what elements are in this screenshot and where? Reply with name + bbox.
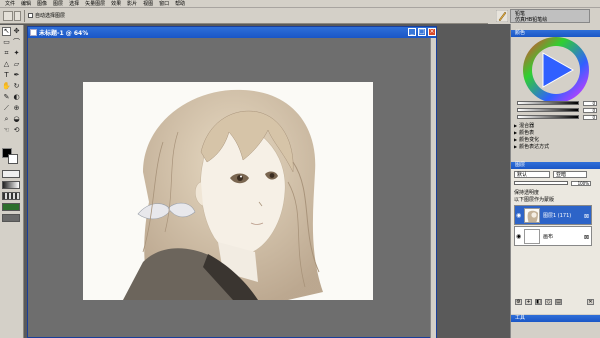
color-sets-panel-toggle[interactable]: ▶ 颜色表 xyxy=(514,129,534,136)
maximize-button[interactable]: □ xyxy=(418,28,426,36)
saturation-slider[interactable] xyxy=(517,108,579,112)
rotate-icon[interactable]: ↻ xyxy=(12,82,21,91)
dodge-tool-icon[interactable]: ◐ xyxy=(12,93,21,102)
pen-tool-icon[interactable]: ✒ xyxy=(12,71,21,80)
brush-selector-area: 铅笔 仿真HB铅笔绘 xyxy=(488,8,600,24)
eye-icon[interactable]: ◉ xyxy=(516,234,522,240)
menu-item-4[interactable]: 选择 xyxy=(66,0,82,8)
opacity-slider[interactable] xyxy=(514,181,568,185)
layer-row-canvas[interactable]: ◉ 画布 ⊠ xyxy=(514,226,592,246)
auto-select-layer-checkbox[interactable] xyxy=(28,13,33,18)
canvas-thumbnail xyxy=(524,229,540,244)
dropper-icon[interactable]: ⟋ xyxy=(2,104,11,113)
menu-item-0[interactable]: 文件 xyxy=(2,0,18,8)
document-icon xyxy=(30,29,37,36)
layer-adjust-icon[interactable]: ⚙ xyxy=(515,299,522,305)
shape-tool-icon[interactable]: △ xyxy=(2,60,11,69)
layer-name: 图层1 (171) xyxy=(543,213,572,219)
layer-name: 画布 xyxy=(543,234,554,240)
drawing-canvas[interactable] xyxy=(83,82,373,300)
color-expression-toggle[interactable]: ▶ 颜色表达方式 xyxy=(514,143,549,150)
color-wheel[interactable] xyxy=(521,35,591,105)
selector-tool-icon[interactable]: ↖ xyxy=(2,27,11,36)
value-value[interactable]: 0 xyxy=(583,115,597,120)
look-selector[interactable] xyxy=(2,214,20,222)
toolbox: ↖ ✥ ▭ ⌒ ⌗ ✦ △ ▱ T ✒ ✋ ↻ ✎ ◐ ⟋ ⊕ ⌕ ◒ ☜ ⟲ xyxy=(0,25,24,338)
menu-item-5[interactable]: 矢量图层 xyxy=(82,0,108,8)
composite-method-select[interactable]: 默认 xyxy=(514,171,550,178)
layers-panel-body: 默认 亚暗 100% 保持透明度 以下图层作为蒙版 ◉ 图层1 (171) ⊠ … xyxy=(511,169,600,314)
grabber-icon[interactable]: ✋ xyxy=(2,82,11,91)
close-button[interactable]: × xyxy=(428,28,436,36)
options-toolbar: 自动选择图层 xyxy=(0,8,488,24)
brush-preset-selector[interactable]: 铅笔 仿真HB铅笔绘 xyxy=(510,9,590,23)
menu-item-9[interactable]: 窗口 xyxy=(156,0,172,8)
move-tool-option-button[interactable] xyxy=(3,11,13,21)
pencil-icon[interactable] xyxy=(496,10,508,22)
vertical-scrollbar[interactable] xyxy=(430,38,436,338)
tool-option-dropdown[interactable] xyxy=(14,11,21,21)
menu-bar: 文件 编辑 图像 图层 选择 矢量图层 效果 影片 视图 窗口 帮助 xyxy=(0,0,600,8)
right-panels: 颜色 0 0 0 ▶ 混合器 ▶ 颜色表 ▶ 颜色变化 ▶ 颜色表达方式 图层 默认 亚… xyxy=(510,24,600,338)
auto-select-layer-label: 自动选择图层 xyxy=(35,13,66,19)
toolbar-separator xyxy=(24,10,25,22)
paper-selector[interactable] xyxy=(2,170,20,178)
layer-thumbnail xyxy=(524,208,540,223)
magic-wand-icon[interactable]: ✦ xyxy=(12,49,21,58)
zoom-tool-icon[interactable]: ⌕ xyxy=(2,115,11,124)
group-layers-icon[interactable]: ▤ xyxy=(555,299,562,305)
opacity-value[interactable]: 100% xyxy=(571,181,591,186)
additional-color-swatch[interactable] xyxy=(8,154,18,164)
paint-bucket-icon[interactable]: ◒ xyxy=(12,115,21,124)
value-slider[interactable] xyxy=(517,115,579,119)
document-window: 未标题-1 @ 64% _ □ × xyxy=(27,26,437,338)
rectangle-select-icon[interactable]: ▭ xyxy=(2,38,11,47)
clone-tool-icon[interactable]: ⊕ xyxy=(12,104,21,113)
brush-variant-label: 仿真HB铅笔绘 xyxy=(515,17,548,23)
depth-select[interactable]: 亚暗 xyxy=(553,171,587,178)
minimize-button[interactable]: _ xyxy=(408,28,416,36)
crop-icon[interactable]: ⌗ xyxy=(2,49,11,58)
menu-item-10[interactable]: 帮助 xyxy=(172,0,188,8)
dynamic-plugin-icon[interactable]: ◇ xyxy=(545,299,552,305)
layer-mask-icon[interactable]: ◧ xyxy=(535,299,542,305)
color-variability-toggle[interactable]: ▶ 颜色变化 xyxy=(514,136,539,143)
menu-item-8[interactable]: 视图 xyxy=(140,0,156,8)
hue-value[interactable]: 0 xyxy=(583,101,597,106)
anime-girl-illustration xyxy=(83,82,373,300)
gradient-selector[interactable] xyxy=(2,181,20,189)
menu-item-7[interactable]: 影片 xyxy=(124,0,140,8)
hue-slider[interactable] xyxy=(517,101,579,105)
mixer-panel-toggle[interactable]: ▶ 混合器 xyxy=(514,122,534,129)
menu-item-3[interactable]: 图层 xyxy=(50,0,66,8)
layers-panel-title[interactable]: 图层 xyxy=(511,162,600,169)
saturation-value[interactable]: 0 xyxy=(583,108,597,113)
bottom-panel-title[interactable]: 工具 xyxy=(511,315,600,322)
new-layer-icon[interactable]: + xyxy=(525,299,532,305)
lock-icon[interactable]: ⊠ xyxy=(584,213,589,220)
layer-row-active[interactable]: ◉ 图层1 (171) ⊠ xyxy=(514,205,592,225)
menu-item-1[interactable]: 编辑 xyxy=(18,0,34,8)
move-tool-icon[interactable]: ✥ xyxy=(12,27,21,36)
brush-tool-icon[interactable]: ✎ xyxy=(2,93,11,102)
rotate-page-icon[interactable]: ⟲ xyxy=(12,126,21,135)
text-tool-icon[interactable]: T xyxy=(2,71,11,80)
hand-tool-icon[interactable]: ☜ xyxy=(2,126,11,135)
document-title-bar[interactable]: 未标题-1 @ 64% xyxy=(28,27,436,38)
preserve-transparency-option[interactable]: 保持透明度 xyxy=(514,189,539,196)
menu-item-6[interactable]: 效果 xyxy=(108,0,124,8)
pattern-selector[interactable] xyxy=(2,192,20,200)
eraser-icon[interactable]: ▱ xyxy=(12,60,21,69)
lasso-icon[interactable]: ⌒ xyxy=(12,38,21,47)
lock-icon[interactable]: ⊠ xyxy=(584,234,589,241)
eye-icon[interactable]: ◉ xyxy=(516,213,522,219)
menu-item-2[interactable]: 图像 xyxy=(34,0,50,8)
delete-layer-icon[interactable]: ✕ xyxy=(587,299,594,305)
pick-up-underlying-option[interactable]: 以下图层作为蒙版 xyxy=(514,196,554,203)
nozzle-selector[interactable] xyxy=(2,203,20,211)
document-title: 未标题-1 @ 64% xyxy=(39,30,89,37)
